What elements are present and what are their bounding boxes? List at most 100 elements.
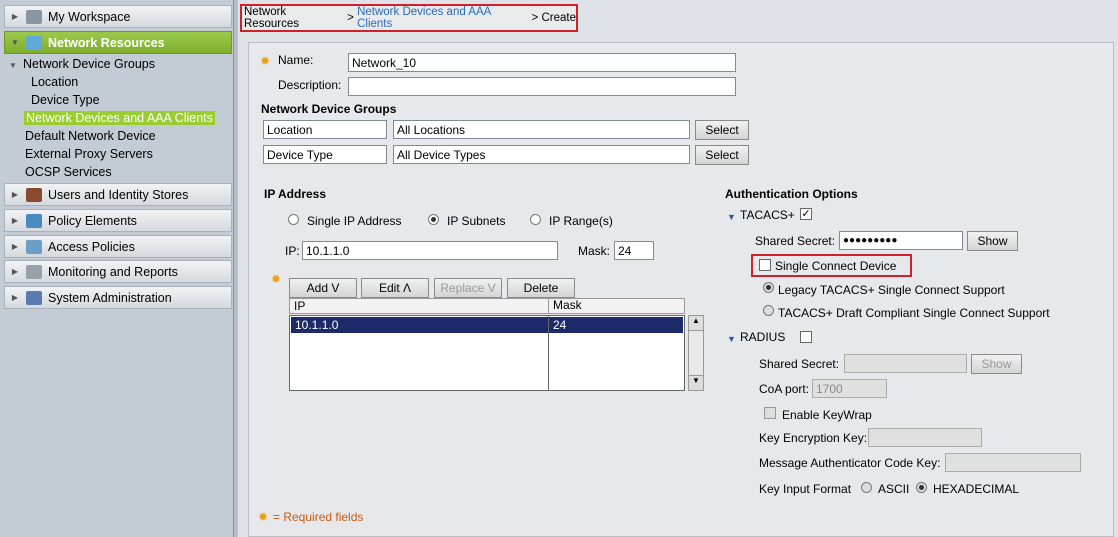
mask-label: Mask: — [578, 244, 611, 258]
select-device-type-button[interactable]: Select — [695, 145, 749, 165]
ip-table: 10.1.1.0 24 — [289, 315, 685, 391]
ip-label: IP: — [285, 244, 300, 258]
name-input[interactable] — [348, 53, 736, 72]
legacy-label: Legacy TACACS+ Single Connect Support — [778, 283, 1005, 297]
breadcrumb-parent-link[interactable]: Network Devices and AAA Clients — [357, 6, 528, 30]
chevron-right-icon: ▶ — [11, 293, 19, 302]
shared-secret-label: Shared Secret: — [755, 234, 836, 248]
sidebar-item-device-type[interactable]: Device Type — [31, 93, 100, 107]
tacacs-label: TACACS+ — [740, 208, 795, 222]
sidebar-section-system-admin[interactable]: ▶ System Administration — [4, 286, 232, 309]
keywrap-checkbox[interactable] — [764, 407, 776, 419]
radio-label: IP Subnets — [447, 214, 506, 228]
radius-checkbox[interactable] — [800, 331, 812, 343]
radius-secret-input[interactable] — [844, 354, 967, 373]
section-label: My Workspace — [48, 9, 131, 24]
mack-label: Message Authenticator Code Key: — [759, 456, 941, 470]
sidebar-section-users[interactable]: ▶ Users and Identity Stores — [4, 183, 232, 206]
radio-single-ip[interactable] — [288, 214, 299, 225]
tacacs-checkbox[interactable]: ✓ — [800, 208, 812, 220]
single-connect-label: Single Connect Device — [775, 259, 897, 273]
keywrap-label: Enable KeyWrap — [782, 408, 872, 422]
description-input[interactable] — [348, 77, 736, 96]
column-header-mask[interactable]: Mask — [548, 298, 582, 313]
select-location-button[interactable]: Select — [695, 120, 749, 140]
hex-label: HEXADECIMAL — [933, 482, 1020, 496]
required-icon: ✹ — [260, 54, 271, 68]
policy-icon — [26, 213, 42, 228]
radio-ip-range[interactable] — [530, 214, 541, 225]
coa-input[interactable] — [812, 379, 887, 398]
access-icon — [26, 239, 42, 254]
column-header-ip[interactable]: IP — [294, 299, 305, 313]
chevron-down-icon: ▼ — [11, 38, 19, 47]
ndg-device-type-label — [263, 145, 387, 164]
section-label: Monitoring and Reports — [48, 264, 178, 279]
ndg-location-value[interactable] — [393, 120, 690, 139]
sidebar-item-network-device-groups[interactable]: Network Device Groups — [23, 57, 155, 71]
sidebar-section-access-policies[interactable]: ▶ Access Policies — [4, 235, 232, 258]
cell-ip: 10.1.1.0 — [295, 318, 339, 332]
sidebar-item-location[interactable]: Location — [31, 75, 78, 89]
radio-draft[interactable] — [763, 305, 774, 316]
radius-show-button[interactable]: Show — [971, 354, 1022, 374]
chevron-down-icon: ▼ — [9, 61, 17, 70]
ndg-device-type-value[interactable] — [393, 145, 690, 164]
sidebar-item-external-proxy[interactable]: External Proxy Servers — [25, 147, 153, 161]
add-button[interactable]: Add V — [289, 278, 357, 298]
section-label: Users and Identity Stores — [48, 187, 189, 202]
show-secret-button[interactable]: Show — [967, 231, 1018, 251]
edit-button[interactable]: Edit Λ — [361, 278, 429, 298]
admin-icon — [26, 290, 42, 305]
breadcrumb-sep: > — [347, 12, 354, 24]
breadcrumb-root[interactable]: Network Resources — [244, 6, 344, 30]
shared-secret-input[interactable] — [839, 231, 963, 250]
radius-secret-label: Shared Secret: — [759, 357, 840, 371]
network-icon — [26, 35, 42, 50]
scroll-down-icon[interactable]: ▼ — [689, 375, 703, 390]
ip-input[interactable] — [302, 241, 558, 260]
draft-label: TACACS+ Draft Compliant Single Connect S… — [778, 306, 1050, 320]
section-label: Policy Elements — [48, 213, 137, 228]
delete-button[interactable]: Delete — [507, 278, 575, 298]
chevron-right-icon: ▶ — [11, 216, 19, 225]
radio-ascii[interactable] — [861, 482, 872, 493]
scroll-up-icon[interactable]: ▲ — [689, 316, 703, 331]
radio-ip-subnets[interactable] — [428, 214, 439, 225]
sidebar-item-default-network-device[interactable]: Default Network Device — [25, 129, 156, 143]
sidebar-section-policy-elements[interactable]: ▶ Policy Elements — [4, 209, 232, 232]
sidebar-item-ocsp[interactable]: OCSP Services — [25, 165, 112, 179]
mack-input[interactable] — [945, 453, 1081, 472]
radio-legacy[interactable] — [763, 282, 774, 293]
sidebar-section-monitoring[interactable]: ▶ Monitoring and Reports — [4, 260, 232, 283]
chevron-down-icon[interactable]: ▼ — [727, 334, 736, 344]
kek-input[interactable] — [868, 428, 982, 447]
ascii-label: ASCII — [878, 482, 910, 496]
sidebar-item-network-devices[interactable]: Network Devices and AAA Clients — [24, 111, 215, 125]
breadcrumb: Network Resources > Network Devices and … — [240, 4, 578, 32]
users-icon — [26, 187, 42, 202]
mask-input[interactable] — [614, 241, 654, 260]
section-label: System Administration — [48, 290, 172, 305]
description-label: Description: — [278, 78, 342, 92]
ndg-heading: Network Device Groups — [261, 102, 397, 116]
coa-label: CoA port: — [759, 382, 810, 396]
single-connect-checkbox[interactable] — [759, 259, 771, 271]
table-header: IP Mask — [289, 298, 685, 314]
sidebar-section-my-workspace[interactable]: ▶ My Workspace — [4, 5, 232, 28]
radio-hex[interactable] — [916, 482, 927, 493]
splitter[interactable] — [234, 0, 238, 537]
kek-label: Key Encryption Key: — [759, 431, 868, 445]
section-label: Network Resources — [48, 35, 165, 50]
radio-label: Single IP Address — [307, 214, 402, 228]
section-label: Access Policies — [48, 239, 135, 254]
name-label: Name: — [278, 53, 314, 67]
sidebar: ▶ My Workspace ▼ Network Resources ▼ Netwo… — [0, 0, 234, 537]
chevron-right-icon: ▶ — [11, 12, 19, 21]
replace-button[interactable]: Replace V — [434, 278, 502, 298]
sidebar-section-network-resources[interactable]: ▼ Network Resources — [4, 31, 232, 54]
chevron-right-icon: ▶ — [11, 242, 19, 251]
table-scrollbar[interactable]: ▲ ▼ — [688, 315, 704, 391]
table-row[interactable]: 10.1.1.0 24 — [291, 317, 683, 333]
chevron-down-icon[interactable]: ▼ — [727, 212, 736, 222]
